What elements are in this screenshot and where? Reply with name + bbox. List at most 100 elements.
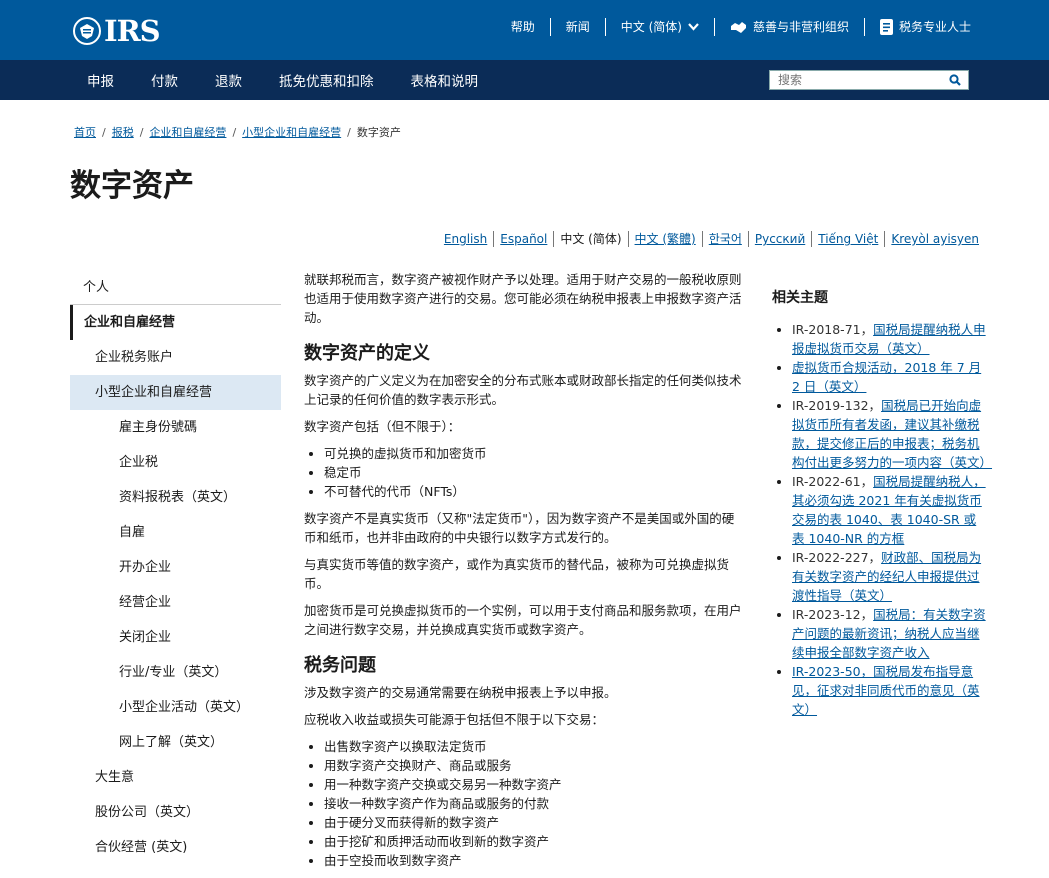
includes-paragraph: 数字资产包括（但不限于）： (304, 419, 461, 434)
sidenav-corporations[interactable]: 股份公司（英文） (70, 795, 281, 830)
top-bar: IRS 帮助 新闻 中文 (简体) 慈善与非营利组织 税务专业人士 (0, 0, 1049, 60)
list-item: 由于空投而收到数字资产 (324, 851, 744, 870)
chevron-down-icon (688, 23, 699, 31)
related-prefix: IR-2023-12， (792, 607, 874, 622)
language-selector[interactable]: 中文 (简体) (606, 18, 715, 36)
digital-asset-types-list: 可兑换的虚拟货币和加密货币 稳定币 不可替代的代币（NFTs） (324, 444, 744, 501)
related-link[interactable]: 虚拟货币合规活动，2018 年 7 月 2 日（英文） (792, 360, 981, 394)
sidenav-information-returns[interactable]: 资料报税表（英文） (70, 480, 281, 515)
sidenav-business[interactable]: 企业和自雇经营 (70, 305, 281, 340)
lang-spanish[interactable]: Español (494, 231, 555, 247)
lang-chinese-simplified: 中文 (简体) (554, 231, 629, 247)
list-item: 出售数字资产以换取法定货币 (324, 737, 744, 756)
lang-russian[interactable]: Русский (749, 231, 813, 247)
tax-pros-link[interactable]: 税务专业人士 (865, 18, 971, 36)
breadcrumb-small-business[interactable]: 小型企业和自雇经营 (242, 124, 341, 140)
breadcrumb-separator: / (102, 125, 106, 139)
sidenav-business-account[interactable]: 企业税务账户 (70, 340, 281, 375)
list-item: 用一种数字资产交换或交易另一种数字资产 (324, 775, 744, 794)
search-input[interactable] (770, 71, 940, 89)
breadcrumb-business[interactable]: 企业和自雇经营 (149, 124, 226, 140)
tax-issues-heading: 税务问题 (304, 655, 376, 676)
related-item: IR-2023-12，国税局：有关数字资产问题的最新资讯；纳税人应当继续申报全部… (792, 605, 986, 662)
main-content: 就联邦税而言，数字资产被视作财产予以处理。适用于财产交易的一般税收原则也适用于使… (304, 270, 744, 878)
sidenav-ein[interactable]: 雇主身份號碼 (70, 410, 281, 445)
lang-haitian-creole[interactable]: Kreyòl ayisyen (885, 231, 979, 247)
sidenav-partnerships[interactable]: 合伙经营 (英文) (70, 830, 281, 865)
related-prefix: IR-2018-71， (792, 322, 874, 337)
convertible-paragraph: 与真实货币等值的数字资产，或作为真实货币的替代品，被称为可兑换虚拟货币。 (304, 557, 730, 591)
intro-paragraph: 就联邦税而言，数字资产被视作财产予以处理。适用于财产交易的一般税收原则也适用于使… (304, 272, 742, 325)
tax-pros-label: 税务专业人士 (898, 20, 971, 34)
sidenav-individual[interactable]: 个人 (70, 270, 281, 305)
related-prefix: IR-2022-227， (792, 550, 882, 565)
breadcrumb: 首页 / 报税 / 企业和自雇经营 / 小型企业和自雇经营 / 数字资产 (74, 124, 401, 140)
sidenav-online-learning[interactable]: 网上了解（英文） (70, 725, 281, 760)
nav-forms-instructions[interactable]: 表格和说明 (411, 70, 479, 90)
news-link[interactable]: 新闻 (551, 18, 606, 36)
list-item: 可兑换的虚拟货币和加密货币 (324, 444, 744, 463)
related-heading: 相关主题 (772, 290, 828, 306)
related-item: IR-2019-132，国税局已开始向虚拟货币所有者发函，建议其补缴税款，提交修… (792, 396, 992, 472)
sidenav-business-taxes[interactable]: 企业税 (70, 445, 281, 480)
help-link[interactable]: 帮助 (496, 18, 551, 36)
sidenav-industries[interactable]: 行业/专业（英文） (70, 655, 281, 690)
related-item: IR-2018-71，国税局提醒纳税人申报虚拟货币交易（英文） (792, 320, 986, 358)
sidenav-closing-business[interactable]: 关闭企业 (70, 620, 281, 655)
cryptocurrency-paragraph: 加密货币是可兑换虚拟货币的一个实例，可以用于支付商品和服务款项，在用户之间进行数… (304, 603, 742, 637)
sidenav-starting-business[interactable]: 开办企业 (70, 550, 281, 585)
related-link[interactable]: IR-2023-50，国税局发布指导意见，征求对非同质代币的意见（英文） (792, 664, 980, 717)
related-prefix: IR-2019-132， (792, 398, 882, 413)
side-nav: 个人 企业和自雇经营 企业税务账户 小型企业和自雇经营 雇主身份號碼 企业税 资… (70, 270, 281, 865)
nav-pay[interactable]: 付款 (151, 70, 178, 90)
real-currency-paragraph: 数字资产不是真实货币（又称"法定货币"），因为数字资产不是美国或外国的硬币和纸币… (304, 511, 735, 545)
lang-vietnamese[interactable]: Tiếng Việt (812, 231, 886, 247)
nav-refunds[interactable]: 退款 (215, 70, 242, 90)
related-item: IR-2022-61，国税局提醒纳税人，其必须勾选 2021 年有关虚拟货币交易… (792, 472, 986, 548)
eagle-icon (73, 17, 101, 45)
lang-chinese-traditional[interactable]: 中文 (繁體) (629, 231, 703, 247)
page-title: 数字资产 (70, 168, 194, 204)
handshake-icon (730, 22, 746, 33)
help-label: 帮助 (510, 20, 535, 34)
search-box (769, 70, 969, 90)
breadcrumb-separator: / (232, 125, 237, 139)
sidenav-large-business[interactable]: 大生意 (70, 760, 281, 795)
charities-link[interactable]: 慈善与非营利组织 (715, 18, 865, 36)
list-item: 由于硬分叉而获得新的数字资产 (324, 813, 744, 832)
list-item: 由于挖矿和质押活动而收到新的数字资产 (324, 832, 744, 851)
sidenav-small-business[interactable]: 小型企业和自雇经营 (70, 375, 281, 410)
lang-korean[interactable]: 한국어 (703, 231, 749, 247)
breadcrumb-current: 数字资产 (356, 126, 401, 139)
news-label: 新闻 (565, 20, 590, 34)
related-item: IR-2022-227，财政部、国税局为有关数字资产的经纪人申报提供过渡性指导（… (792, 548, 986, 605)
list-item: 接收一种数字资产作为商品或服务的付款 (324, 794, 744, 813)
charities-label: 慈善与非营利组织 (752, 20, 849, 34)
nav-file[interactable]: 申报 (87, 70, 114, 90)
sidenav-operating-business[interactable]: 经营企业 (70, 585, 281, 620)
nav-credits-deductions[interactable]: 抵免优惠和扣除 (279, 70, 374, 90)
definition-paragraph: 数字资产的广义定义为在加密安全的分布式账本或财政部长指定的任何类似技术上记录的任… (304, 373, 742, 407)
language-links: English Español 中文 (简体) 中文 (繁體) 한국어 Русс… (438, 231, 979, 247)
breadcrumb-filing[interactable]: 报税 (112, 124, 134, 140)
related-prefix: IR-2022-61， (792, 474, 874, 489)
related-item: IR-2023-50，国税局发布指导意见，征求对非同质代币的意见（英文） (792, 662, 986, 719)
lang-english[interactable]: English (438, 231, 495, 247)
breadcrumb-separator: / (139, 125, 144, 139)
definition-heading: 数字资产的定义 (304, 343, 430, 364)
list-item: 稳定币 (324, 463, 744, 482)
search-icon[interactable] (949, 74, 961, 86)
taxable-income-paragraph: 应税收入收益或损失可能源于包括但不限于以下交易： (304, 712, 605, 727)
language-label: 中文 (简体) (620, 20, 682, 34)
taxable-transactions-list: 出售数字资产以换取法定货币 用数字资产交换财产、商品或服务 用一种数字资产交换或… (324, 737, 744, 870)
irs-logo[interactable]: IRS (72, 14, 161, 48)
tax-report-paragraph: 涉及数字资产的交易通常需要在纳税申报表上予以申报。 (304, 685, 617, 700)
document-icon (879, 19, 893, 35)
utility-links: 帮助 新闻 中文 (简体) 慈善与非营利组织 税务专业人士 (496, 18, 971, 36)
sidenav-self-employed[interactable]: 自雇 (70, 515, 281, 550)
breadcrumb-home[interactable]: 首页 (74, 124, 96, 140)
list-item: 不可替代的代币（NFTs） (324, 482, 744, 501)
related-item: 虚拟货币合规活动，2018 年 7 月 2 日（英文） (792, 358, 986, 396)
breadcrumb-separator: / (347, 125, 351, 139)
sidenav-small-business-events[interactable]: 小型企业活动（英文） (70, 690, 281, 725)
